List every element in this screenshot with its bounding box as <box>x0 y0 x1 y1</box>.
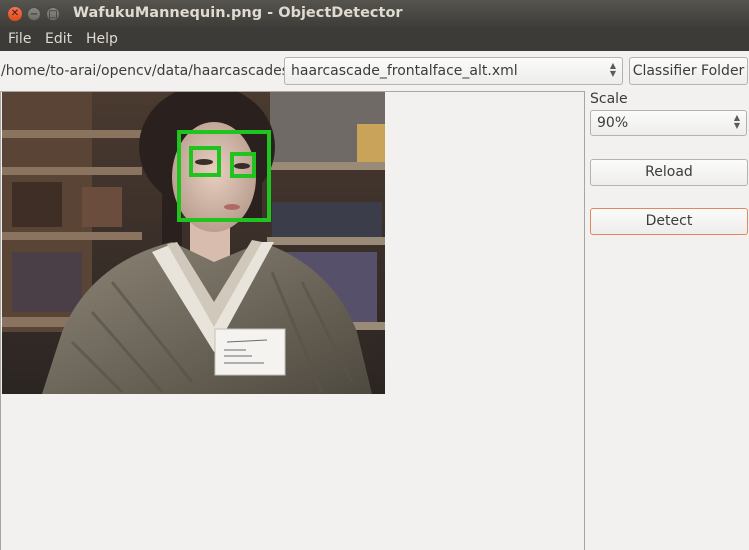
maximize-icon: □ <box>48 9 58 20</box>
scale-select[interactable]: 90% ▲ ▼ <box>590 110 747 136</box>
scale-label: Scale <box>590 91 628 107</box>
classifier-select-value: haarcascade_frontalface_alt.xml <box>291 63 518 79</box>
minimize-window-button[interactable]: − <box>27 7 41 21</box>
menu-help[interactable]: Help <box>86 31 118 47</box>
classifier-select[interactable]: haarcascade_frontalface_alt.xml ▲ ▼ <box>284 57 623 85</box>
menu-edit[interactable]: Edit <box>45 31 72 47</box>
cascade-folder-path: /home/to-arai/opencv/data/haarcascades <box>1 63 290 79</box>
reload-button[interactable]: Reload <box>590 159 748 186</box>
close-icon: ✕ <box>10 8 20 19</box>
up-down-arrows-icon: ▲ ▼ <box>733 113 740 130</box>
detect-button[interactable]: Detect <box>590 208 748 235</box>
menu-bar: File Edit Help <box>0 29 749 51</box>
classifier-folder-button[interactable]: Classifier Folder <box>629 57 748 85</box>
mannequin-photo <box>2 92 385 394</box>
close-window-button[interactable]: ✕ <box>8 7 22 21</box>
toolbar: /home/to-arai/opencv/data/haarcascades h… <box>0 51 749 91</box>
maximize-window-button[interactable]: □ <box>46 7 60 21</box>
title-bar: ✕ − □ WafukuMannequin.png - ObjectDetect… <box>0 0 749 29</box>
up-down-arrows-icon: ▲ ▼ <box>609 61 616 78</box>
menu-file[interactable]: File <box>8 31 31 47</box>
minimize-icon: − <box>29 9 39 20</box>
window-title: WafukuMannequin.png - ObjectDetector <box>73 5 403 21</box>
image-viewport[interactable] <box>0 91 585 550</box>
scale-select-value: 90% <box>597 115 629 131</box>
